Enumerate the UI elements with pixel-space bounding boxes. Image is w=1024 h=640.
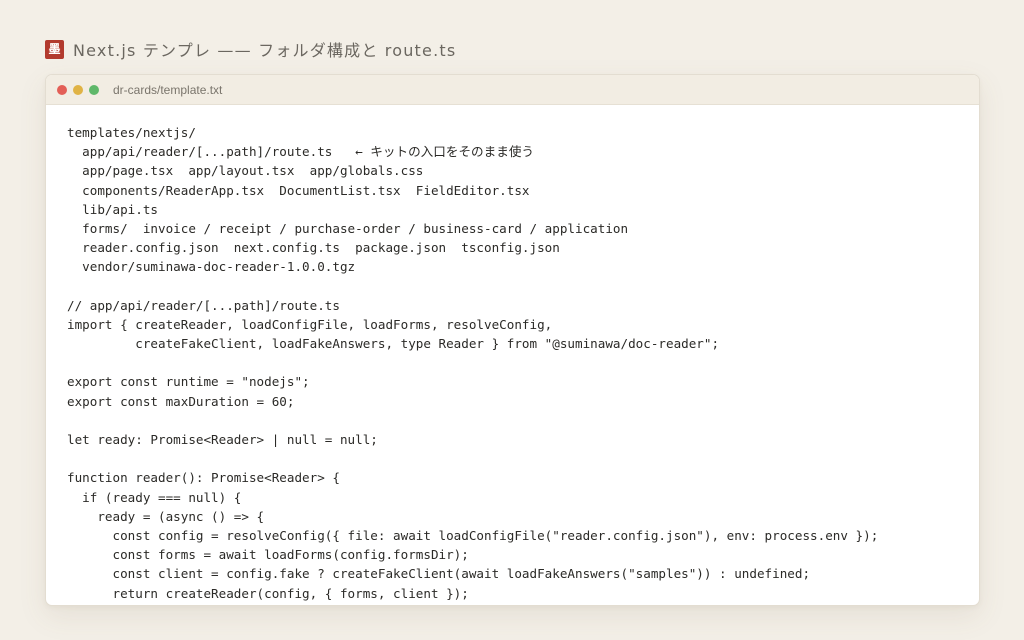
code-line: export const maxDuration = 60; — [67, 393, 295, 409]
code-line: const forms = await loadForms(config.for… — [67, 547, 469, 563]
code-block[interactable]: templates/nextjs/ app/api/reader/[...pat… — [46, 105, 979, 603]
code-line: ready = (async () => { — [67, 508, 265, 524]
code-line: templates/nextjs/ — [67, 125, 196, 140]
code-line: export const runtime = "nodejs"; — [67, 374, 310, 390]
window-filename: dr-cards/template.txt — [113, 82, 223, 97]
brand-logo-icon: 墨 — [45, 39, 64, 59]
zoom-window-button[interactable] — [89, 84, 99, 95]
code-line: app/page.tsx app/layout.tsx app/globals.… — [67, 163, 424, 179]
code-line: app/api/reader/[...path]/route.ts ← キットの… — [67, 144, 535, 160]
code-line: createFakeClient, loadFakeAnswers, type … — [67, 336, 720, 352]
code-line: vendor/suminawa-doc-reader-1.0.0.tgz — [67, 259, 356, 275]
code-line: const config = resolveConfig({ file: awa… — [67, 527, 879, 543]
code-line: forms/ invoice / receipt / purchase-orde… — [67, 220, 629, 236]
code-line: let ready: Promise<Reader> | null = null… — [67, 432, 378, 447]
code-line: reader.config.json next.config.ts packag… — [67, 240, 560, 256]
code-window: dr-cards/template.txt templates/nextjs/ … — [45, 74, 980, 606]
close-window-button[interactable] — [57, 84, 67, 95]
code-line: // app/api/reader/[...path]/route.ts — [67, 297, 340, 313]
code-line: lib/api.ts — [67, 201, 158, 217]
window-titlebar: dr-cards/template.txt — [46, 75, 979, 105]
code-line: if (ready === null) { — [67, 489, 242, 505]
code-line: components/ReaderApp.tsx DocumentList.ts… — [67, 182, 530, 198]
page-title: Next.js テンプレ —— フォルダ構成と route.ts — [73, 41, 457, 60]
code-line: function reader(): Promise<Reader> { — [67, 470, 340, 486]
code-line: const client = config.fake ? createFakeC… — [67, 566, 811, 582]
minimize-window-button[interactable] — [73, 84, 83, 95]
page-header: 墨 Next.js テンプレ —— フォルダ構成と route.ts — [45, 38, 456, 60]
code-line: import { createReader, loadConfigFile, l… — [67, 316, 553, 332]
code-line: return createReader(config, { forms, cli… — [67, 585, 469, 601]
